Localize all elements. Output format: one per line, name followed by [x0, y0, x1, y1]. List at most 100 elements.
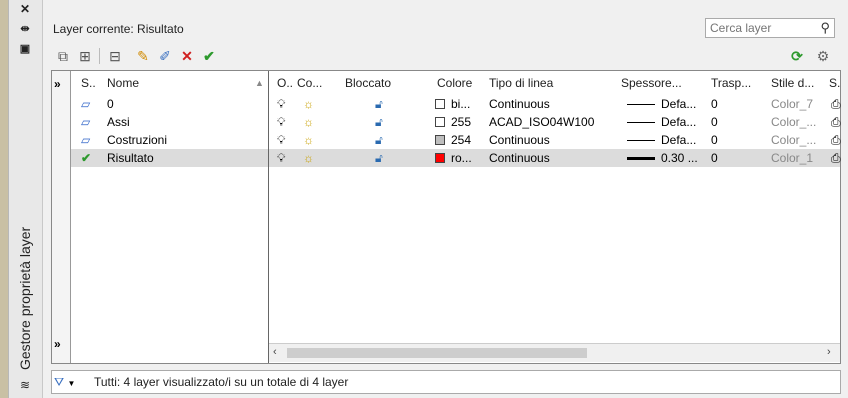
transparency[interactable]: 0	[711, 149, 718, 167]
color-name[interactable]: 255	[451, 113, 471, 131]
current-layer-label: Layer corrente: Risultato	[53, 22, 184, 36]
close-icon[interactable]: ✕	[16, 2, 34, 18]
linetype[interactable]: Continuous	[489, 149, 550, 167]
column-header-lock[interactable]: Bloccato	[345, 71, 391, 95]
unlocked-padlock-icon[interactable]: 🔓︎	[375, 95, 383, 113]
color-swatch[interactable]	[435, 117, 445, 127]
properties-menu-icon[interactable]: ▣	[16, 42, 34, 58]
expand-filter-bottom-icon[interactable]: »	[54, 337, 61, 351]
palette-title-bar: ✕ ⇹ ▣ Gestore proprietà layer ≋	[8, 0, 43, 398]
lineweight-sample	[627, 122, 655, 123]
printer-icon[interactable]: ⎙	[831, 113, 841, 131]
layer-row[interactable]: 💡︎ ☼ 🔓︎ 255 ACAD_ISO04W100 Defa... 0 Col…	[269, 113, 841, 131]
status-bar: ⛛ ▼ Tutti: 4 layer visualizzato/i su un …	[51, 370, 841, 394]
plot-style: Color_...	[771, 133, 817, 147]
column-header-plot[interactable]: S.	[829, 71, 840, 95]
transparency[interactable]: 0	[711, 131, 718, 149]
layer-name[interactable]: Assi	[107, 113, 130, 131]
new-layer-vp-frozen-icon[interactable]: ✐	[155, 46, 175, 66]
unlocked-padlock-icon[interactable]: 🔓︎	[375, 131, 383, 149]
layer-row-name[interactable]: ▱ Assi	[71, 113, 268, 131]
column-header-lineweight[interactable]: Spessore...	[621, 71, 682, 95]
expand-filter-icon[interactable]: »	[54, 77, 61, 91]
layer-name-pane: S.. Nome ▲ ▱ 0 ▱ Assi ▱ Costruzioni ✔ Ri…	[71, 71, 269, 363]
layer-row[interactable]: 💡︎ ☼ 🔓︎ bi... Continuous Defa... 0 Color…	[269, 95, 841, 113]
settings-icon[interactable]: ⚙	[813, 46, 833, 66]
layer-status-icon: ▱	[81, 115, 91, 129]
lineweight-sample	[627, 140, 655, 141]
printer-icon[interactable]: ⎙	[831, 95, 841, 113]
column-header-freeze[interactable]: Co...	[297, 71, 322, 95]
lineweight[interactable]: 0.30 ...	[661, 149, 698, 167]
lineweight[interactable]: Defa...	[661, 113, 696, 131]
color-swatch[interactable]	[435, 135, 445, 145]
printer-icon[interactable]: ⎙	[831, 131, 841, 149]
linetype[interactable]: ACAD_ISO04W100	[489, 113, 594, 131]
column-header-linetype[interactable]: Tipo di linea	[489, 71, 553, 95]
color-name[interactable]: bi...	[451, 95, 470, 113]
column-header-plotstyle[interactable]: Stile d...	[771, 71, 814, 95]
lineweight[interactable]: Defa...	[661, 95, 696, 113]
sun-icon[interactable]: ☼	[303, 95, 314, 113]
printer-icon[interactable]: ⎙	[831, 149, 841, 167]
new-layer-icon[interactable]: ✎	[133, 46, 153, 66]
layer-stack-icon: ≋	[19, 378, 31, 392]
layer-name[interactable]: Risultato	[107, 149, 154, 167]
chevron-down-icon: ▼	[67, 379, 76, 388]
sun-icon[interactable]: ☼	[303, 113, 314, 131]
new-property-filter-icon[interactable]: ⧉	[53, 46, 73, 66]
layer-row-name[interactable]: ▱ 0	[71, 95, 268, 113]
color-swatch[interactable]	[435, 99, 445, 109]
palette-title: Gestore proprietà layer	[17, 226, 33, 370]
lightbulb-icon[interactable]: 💡︎	[277, 149, 285, 167]
linetype[interactable]: Continuous	[489, 131, 550, 149]
layer-states-manager-icon[interactable]: ⊟	[105, 46, 125, 66]
column-header-color[interactable]: Colore	[437, 71, 472, 95]
scroll-right-icon[interactable]: ›	[827, 346, 831, 358]
layer-list-frame: » » S.. Nome ▲ ▱ 0 ▱ Assi ▱ Costruzioni …	[51, 70, 841, 364]
column-header-transparency[interactable]: Trasp...	[711, 71, 751, 95]
current-layer-check-icon: ✔	[81, 151, 92, 165]
layer-name[interactable]: 0	[107, 95, 114, 113]
search-icon[interactable]: ⚲	[820, 20, 830, 36]
column-header-name[interactable]: Nome	[107, 71, 139, 95]
column-header-on[interactable]: O..	[277, 71, 293, 95]
auto-hide-icon[interactable]: ⇹	[16, 22, 34, 38]
color-name[interactable]: ro...	[451, 149, 472, 167]
scroll-left-icon[interactable]: ‹	[273, 346, 277, 358]
search-layer-box[interactable]: ⚲	[705, 18, 835, 38]
layer-status-icon: ▱	[81, 97, 91, 111]
filter-options-button[interactable]: ⛛ ▼	[54, 373, 86, 391]
lineweight[interactable]: Defa...	[661, 131, 696, 149]
layer-row-name[interactable]: ▱ Costruzioni	[71, 131, 268, 149]
status-text: Tutti: 4 layer visualizzato/i su un tota…	[94, 375, 349, 389]
layer-properties-panel: Layer corrente: Risultato ⚲ ⧉ ⊞ ⊟ ✎ ✐ ✕ …	[42, 0, 848, 398]
lightbulb-icon[interactable]: 💡︎	[277, 131, 285, 149]
column-header-status[interactable]: S..	[81, 71, 96, 95]
horizontal-scrollbar[interactable]: ‹ ›	[269, 343, 840, 362]
delete-layer-icon[interactable]: ✕	[177, 46, 197, 66]
scrollbar-thumb[interactable]	[287, 348, 587, 358]
layer-row[interactable]: 💡︎ ☼ 🔓︎ ro... Continuous 0.30 ... 0 Colo…	[269, 149, 841, 167]
set-current-icon[interactable]: ✔	[199, 46, 219, 66]
color-swatch[interactable]	[435, 153, 445, 163]
unlocked-padlock-icon[interactable]: 🔓︎	[375, 149, 383, 167]
sun-icon[interactable]: ☼	[303, 149, 314, 167]
refresh-icon[interactable]: ⟳	[787, 46, 807, 66]
search-input[interactable]	[706, 19, 814, 37]
transparency[interactable]: 0	[711, 113, 718, 131]
sun-icon[interactable]: ☼	[303, 131, 314, 149]
linetype[interactable]: Continuous	[489, 95, 550, 113]
layer-row[interactable]: 💡︎ ☼ 🔓︎ 254 Continuous Defa... 0 Color_.…	[269, 131, 841, 149]
lineweight-sample	[627, 104, 655, 105]
plot-style: Color_...	[771, 115, 817, 129]
lightbulb-icon[interactable]: 💡︎	[277, 113, 285, 131]
new-group-filter-icon[interactable]: ⊞	[75, 46, 95, 66]
layer-row-name[interactable]: ✔ Risultato	[71, 149, 268, 167]
transparency[interactable]: 0	[711, 95, 718, 113]
unlocked-padlock-icon[interactable]: 🔓︎	[375, 113, 383, 131]
lightbulb-icon[interactable]: 💡︎	[277, 95, 285, 113]
filter-pane-toggle-column: » »	[52, 71, 71, 363]
color-name[interactable]: 254	[451, 131, 471, 149]
layer-name[interactable]: Costruzioni	[107, 131, 167, 149]
